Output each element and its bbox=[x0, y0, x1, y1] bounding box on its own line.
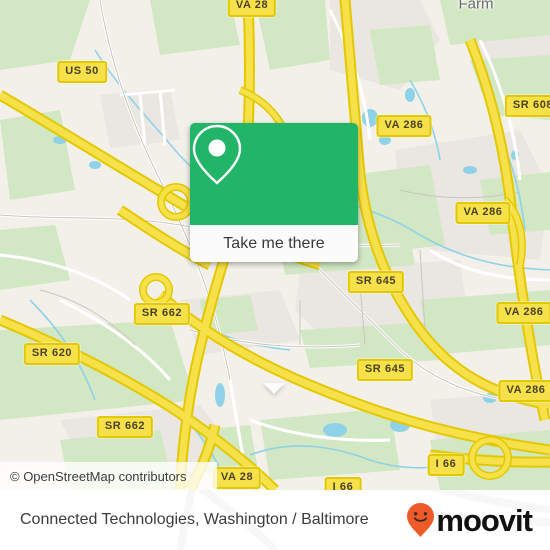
attribution-text: © OpenStreetMap contributors bbox=[10, 468, 187, 484]
road-shield: SR 608 bbox=[504, 95, 550, 117]
moovit-map-screenshot: Farm VA 28 US 50 SR 608 VA 286 VA 286 SR 645 S… bbox=[0, 0, 550, 550]
place-label: Farm bbox=[458, 0, 494, 13]
road-shield: US 50 bbox=[57, 61, 107, 83]
moovit-smiley-pin-icon bbox=[407, 503, 435, 537]
road-shield: VA 28 bbox=[227, 0, 277, 17]
road-shield: VA 286 bbox=[376, 115, 432, 137]
road-shield: SR 620 bbox=[23, 343, 81, 365]
road-shield: I 66 bbox=[324, 477, 362, 490]
road-shield: SR 645 bbox=[347, 271, 405, 293]
popup-pointer bbox=[263, 383, 285, 394]
road-shield: VA 28 bbox=[212, 467, 262, 489]
moovit-wordmark: moovit bbox=[436, 502, 533, 538]
popup-header bbox=[190, 123, 358, 225]
take-me-there-label: Take me there bbox=[223, 234, 325, 252]
road-shield: SR 662 bbox=[96, 416, 154, 438]
map-attribution[interactable]: © OpenStreetMap contributors bbox=[0, 462, 217, 490]
road-shield: SR 662 bbox=[133, 303, 191, 325]
footer-title: Connected Technologies, Washington / Bal… bbox=[20, 511, 369, 528]
take-me-there-button[interactable]: Take me there bbox=[190, 225, 358, 262]
road-shield: VA 286 bbox=[455, 202, 511, 224]
road-shield: I 66 bbox=[427, 454, 465, 476]
road-shield: SR 645 bbox=[356, 359, 414, 381]
moovit-logo[interactable]: moovit bbox=[407, 503, 550, 537]
map-popup[interactable]: Take me there bbox=[190, 123, 358, 394]
road-shield: VA 286 bbox=[496, 302, 550, 324]
road-shield: VA 286 bbox=[498, 380, 550, 402]
footer-bar: Connected Technologies, Washington / Bal… bbox=[0, 490, 550, 550]
map-pin-icon bbox=[192, 124, 242, 185]
map-canvas[interactable]: Farm VA 28 US 50 SR 608 VA 286 VA 286 SR 645 S… bbox=[0, 0, 550, 490]
